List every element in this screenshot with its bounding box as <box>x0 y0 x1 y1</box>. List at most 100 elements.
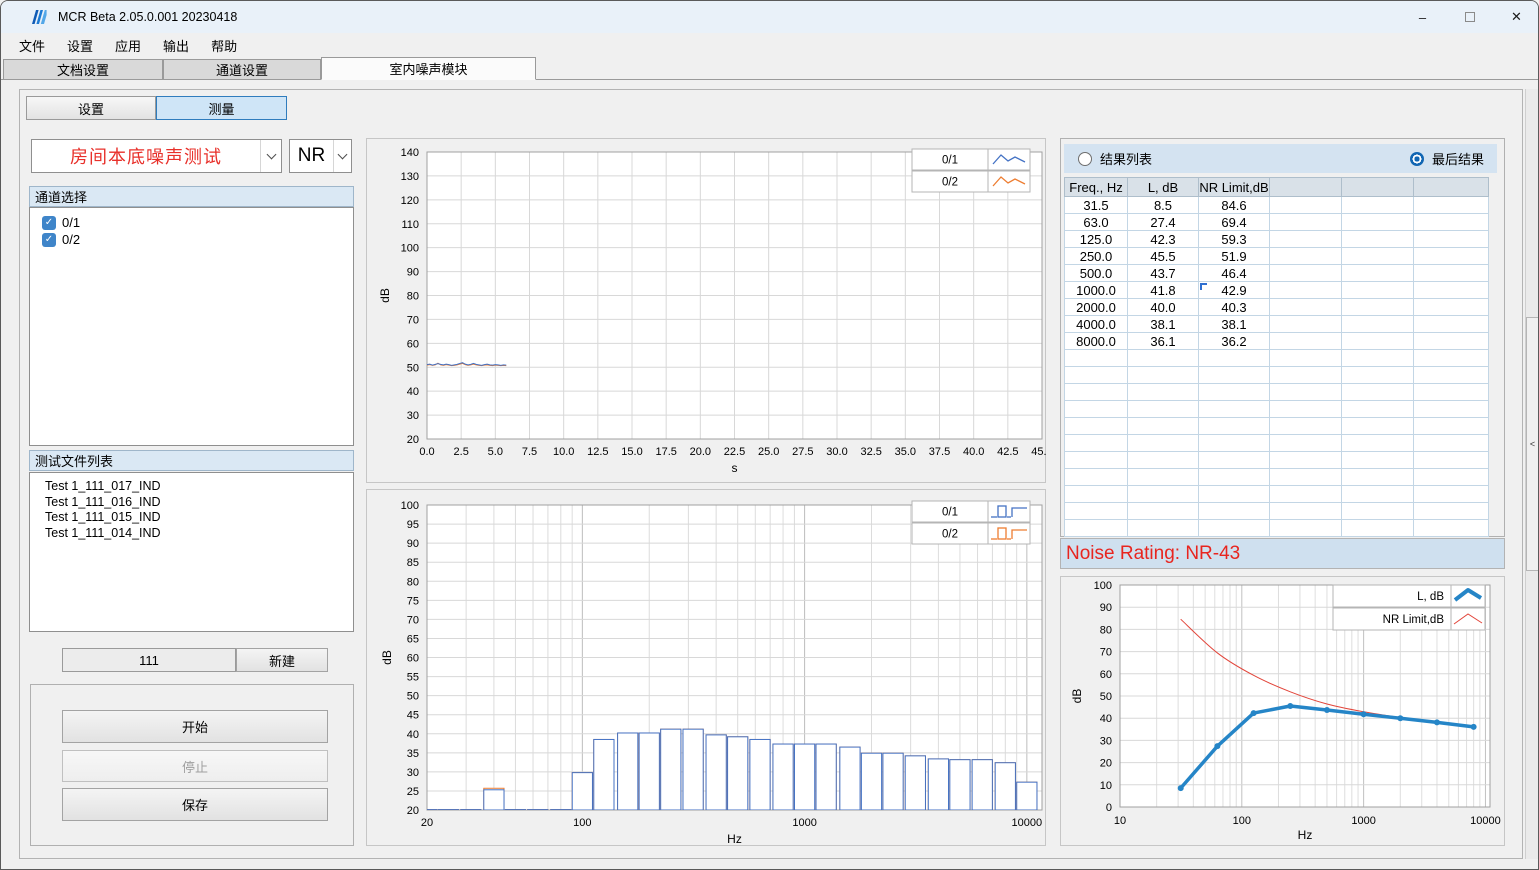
svg-text:0/2: 0/2 <box>942 529 958 541</box>
file-list-item[interactable]: Test 1_111_017_IND <box>30 479 353 495</box>
svg-text:22.5: 22.5 <box>724 446 745 458</box>
table-row[interactable]: 4000.038.138.1 <box>1065 316 1489 333</box>
last-result-radio-label[interactable]: 最后结果 <box>1432 149 1484 168</box>
svg-text:Hz: Hz <box>727 832 742 846</box>
tab-indoor-noise-module[interactable]: 室内噪声模块 <box>321 57 536 80</box>
subtab-settings[interactable]: 设置 <box>26 96 156 120</box>
result-list-radio[interactable] <box>1078 152 1092 166</box>
table-row-empty <box>1065 418 1489 435</box>
svg-text:10.0: 10.0 <box>553 446 574 458</box>
svg-text:50: 50 <box>1100 691 1112 703</box>
table-row-empty <box>1065 384 1489 401</box>
table-row[interactable]: 31.58.584.6 <box>1065 197 1489 214</box>
menu-file[interactable]: 文件 <box>8 33 56 58</box>
svg-text:90: 90 <box>407 267 419 279</box>
save-button-label: 保存 <box>182 795 208 814</box>
new-button-label: 新建 <box>269 651 295 670</box>
subtab-label: 设置 <box>78 99 104 118</box>
collapse-arrow-icon: < <box>1530 439 1535 449</box>
file-section-header: 测试文件列表 <box>29 450 354 471</box>
svg-text:40: 40 <box>407 729 419 741</box>
menu-output[interactable]: 输出 <box>152 33 200 58</box>
svg-text:90: 90 <box>1100 602 1112 614</box>
file-list-item[interactable]: Test 1_111_015_IND <box>30 510 353 526</box>
table-row[interactable]: 63.027.469.4 <box>1065 214 1489 231</box>
test-type-select[interactable]: 房间本底噪声测试 <box>31 139 282 173</box>
table-row[interactable]: 500.043.746.4 <box>1065 265 1489 282</box>
svg-text:27.5: 27.5 <box>792 446 813 458</box>
file-name-input[interactable] <box>62 648 236 672</box>
svg-text:30: 30 <box>407 410 419 422</box>
svg-text:20: 20 <box>407 805 419 817</box>
svg-text:40.0: 40.0 <box>963 446 984 458</box>
table-row[interactable]: 8000.036.136.2 <box>1065 333 1489 350</box>
checkbox-checked-icon[interactable]: ✓ <box>42 216 56 230</box>
nr-rating-chart: 010203040506070809010010100100010000HzdB… <box>1060 576 1505 846</box>
close-button[interactable]: ✕ <box>1493 1 1539 33</box>
table-row-empty <box>1065 452 1489 469</box>
table-row-empty <box>1065 520 1489 537</box>
svg-text:dB: dB <box>378 288 392 303</box>
subtab-measure[interactable]: 测量 <box>156 96 287 120</box>
svg-text:dB: dB <box>1070 689 1084 704</box>
chevron-down-icon <box>266 149 276 159</box>
svg-text:0/1: 0/1 <box>942 155 958 167</box>
table-row[interactable]: 125.042.359.3 <box>1065 231 1489 248</box>
file-list-item[interactable]: Test 1_111_016_IND <box>30 495 353 511</box>
svg-text:35.0: 35.0 <box>895 446 916 458</box>
rating-dropdown-button[interactable] <box>333 140 351 172</box>
table-row[interactable]: 1000.041.842.9 <box>1065 282 1489 299</box>
checkbox-checked-icon[interactable]: ✓ <box>42 233 56 247</box>
svg-text:60: 60 <box>1100 669 1112 681</box>
channel-item-0-2[interactable]: ✓ 0/2 <box>30 231 353 248</box>
svg-text:20.0: 20.0 <box>690 446 711 458</box>
file-list-item[interactable]: Test 1_111_014_IND <box>30 526 353 542</box>
menu-help[interactable]: 帮助 <box>200 33 248 58</box>
start-button[interactable]: 开始 <box>62 710 328 743</box>
subtab-label: 测量 <box>208 99 234 118</box>
svg-text:dB: dB <box>380 650 394 665</box>
app-logo-icon <box>30 8 48 26</box>
table-row[interactable]: 2000.040.040.3 <box>1065 299 1489 316</box>
last-result-radio[interactable] <box>1410 152 1424 166</box>
test-type-dropdown-button[interactable] <box>260 140 281 172</box>
save-button[interactable]: 保存 <box>62 788 328 821</box>
result-list-radio-label[interactable]: 结果列表 <box>1100 149 1152 168</box>
table-row[interactable]: 250.045.551.9 <box>1065 248 1489 265</box>
svg-text:5.0: 5.0 <box>488 446 503 458</box>
menu-application[interactable]: 应用 <box>104 33 152 58</box>
minimize-button[interactable]: – <box>1399 1 1446 33</box>
test-file-listbox: Test 1_111_017_IND Test 1_111_016_IND Te… <box>29 472 354 632</box>
column-header: L, dB <box>1128 178 1199 197</box>
channel-listbox: ✓ 0/1 ✓ 0/2 <box>29 207 354 446</box>
file-section-title: 测试文件列表 <box>35 451 113 470</box>
svg-text:42.5: 42.5 <box>997 446 1018 458</box>
svg-text:100: 100 <box>401 500 419 512</box>
table-row-empty <box>1065 401 1489 418</box>
maximize-button[interactable] <box>1446 1 1493 33</box>
tab-channel-settings[interactable]: 通道设置 <box>163 59 321 80</box>
tab-document-settings[interactable]: 文档设置 <box>3 59 163 80</box>
stop-button[interactable]: 停止 <box>62 750 328 782</box>
svg-text:2.5: 2.5 <box>454 446 469 458</box>
svg-text:30: 30 <box>1100 735 1112 747</box>
svg-text:15.0: 15.0 <box>621 446 642 458</box>
channel-section-header: 通道选择 <box>29 186 354 207</box>
column-header <box>1414 178 1489 197</box>
new-button[interactable]: 新建 <box>236 648 328 672</box>
svg-text:37.5: 37.5 <box>929 446 950 458</box>
svg-text:10000: 10000 <box>1470 815 1501 827</box>
collapse-panel-button[interactable]: < <box>1526 317 1539 571</box>
menu-settings[interactable]: 设置 <box>56 33 104 58</box>
channel-item-0-1[interactable]: ✓ 0/1 <box>30 214 353 231</box>
svg-text:20: 20 <box>1100 758 1112 770</box>
svg-text:10000: 10000 <box>1012 817 1043 829</box>
table-row-empty <box>1065 367 1489 384</box>
svg-text:80: 80 <box>407 576 419 588</box>
rating-select[interactable]: NR <box>289 139 352 173</box>
svg-text:90: 90 <box>407 538 419 550</box>
rating-value: NR <box>290 140 333 172</box>
channel-section-title: 通道选择 <box>35 187 87 206</box>
svg-text:12.5: 12.5 <box>587 446 608 458</box>
svg-text:0.0: 0.0 <box>419 446 434 458</box>
